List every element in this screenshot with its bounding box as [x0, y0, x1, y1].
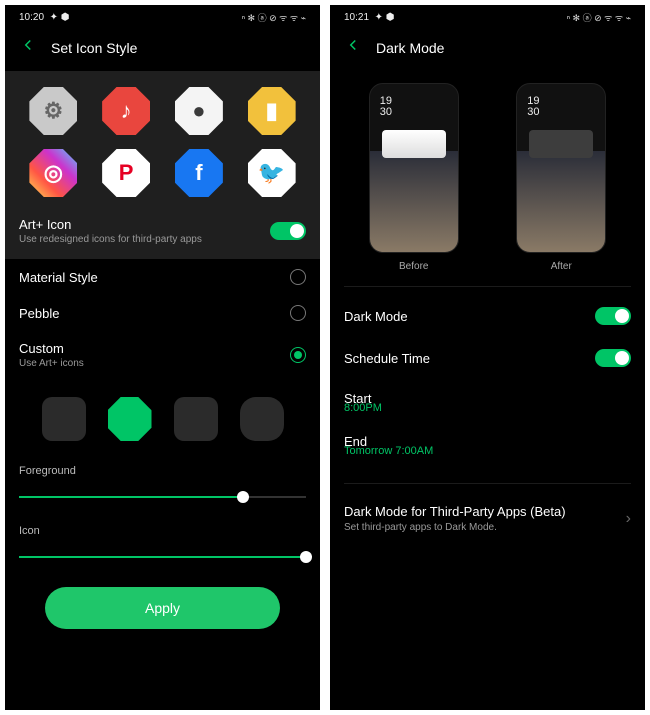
shape-rounded[interactable] [174, 397, 218, 441]
notes-icon: ▮ [248, 87, 296, 135]
music-icon: ♪ [102, 87, 150, 135]
radio-pebble[interactable] [290, 305, 306, 321]
camera-icon: ● [175, 87, 223, 135]
page-title: Dark Mode [376, 40, 444, 56]
phone-left: 10:20 ✦ ⬢ ⁿ ✻ ⓐ ⊘ ᯤ ᯤ ⌁ Set Icon Style ⚙… [5, 5, 320, 710]
back-icon[interactable] [19, 36, 37, 59]
status-time: 10:21 [344, 12, 369, 23]
icon-row-2: ◎ Pf 🐦 [17, 149, 308, 197]
schedule-toggle[interactable] [595, 349, 631, 367]
icon-size-label: Icon [5, 511, 320, 541]
twitter-icon: 🐦 [248, 149, 296, 197]
facebook-icon: f [175, 149, 223, 197]
shape-octagon[interactable] [108, 397, 152, 441]
chevron-right-icon: › [626, 510, 631, 528]
divider [344, 286, 631, 287]
phone-right: 10:21 ✦ ⬢ ⁿ ✻ ⓐ ⊘ ᯤ ᯤ ⌁ Dark Mode 1930 B… [330, 5, 645, 710]
divider [344, 483, 631, 484]
shape-squircle[interactable] [240, 397, 284, 441]
status-left-icons: ✦ ⬢ [375, 12, 395, 23]
dark-mode-toggle[interactable] [595, 307, 631, 325]
artplus-title: Art+ Icon [19, 217, 202, 232]
radio-custom[interactable] [290, 347, 306, 363]
preview-label-before: Before [369, 261, 459, 272]
apply-button[interactable]: Apply [45, 587, 280, 629]
style-option-pebble[interactable]: Pebble [5, 295, 320, 331]
pinterest-icon: P [102, 149, 150, 197]
icon-slider[interactable] [19, 547, 306, 567]
icon-preview-grid: ⚙ ♪ ● ▮ ◎ Pf 🐦 Art+ Icon Use redesigned icons… [5, 71, 320, 259]
third-party-label: Dark Mode for Third-Party Apps (Beta) [344, 504, 566, 519]
instagram-icon: ◎ [29, 149, 77, 197]
header: Set Icon Style [5, 26, 320, 71]
shape-row [5, 379, 320, 451]
status-left-icons: ✦ ⬢ [50, 12, 70, 23]
icon-row-1: ⚙ ♪ ● ▮ [17, 87, 308, 135]
start-value: 8:00PM [330, 402, 645, 422]
artplus-desc: Use redesigned icons for third-party app… [19, 234, 202, 245]
preview-before: 1930 Before [369, 83, 459, 272]
preview-phone-after: 1930 [516, 83, 606, 253]
page-title: Set Icon Style [51, 40, 137, 56]
preview-after: 1930 After [516, 83, 606, 272]
schedule-row[interactable]: Schedule Time [330, 337, 645, 379]
foreground-slider[interactable] [19, 487, 306, 507]
foreground-label: Foreground [5, 451, 320, 481]
dark-mode-label: Dark Mode [344, 309, 408, 324]
settings-icon: ⚙ [29, 87, 77, 135]
status-bar: 10:21 ✦ ⬢ ⁿ ✻ ⓐ ⊘ ᯤ ᯤ ⌁ [330, 5, 645, 26]
status-time: 10:20 [19, 12, 44, 23]
artplus-toggle[interactable] [270, 222, 306, 240]
schedule-label: Schedule Time [344, 351, 430, 366]
artplus-row[interactable]: Art+ Icon Use redesigned icons for third… [17, 211, 308, 245]
preview-label-after: After [516, 261, 606, 272]
shape-square[interactable] [42, 397, 86, 441]
third-party-desc: Set third-party apps to Dark Mode. [344, 522, 566, 533]
back-icon[interactable] [344, 36, 362, 59]
third-party-row[interactable]: Dark Mode for Third-Party Apps (Beta) Se… [330, 492, 645, 545]
end-value: Tomorrow 7:00AM [330, 445, 645, 465]
radio-material[interactable] [290, 269, 306, 285]
preview-phone-before: 1930 [369, 83, 459, 253]
header: Dark Mode [330, 26, 645, 71]
style-option-material[interactable]: Material Style [5, 259, 320, 295]
dark-mode-row[interactable]: Dark Mode [330, 295, 645, 337]
status-bar: 10:20 ✦ ⬢ ⁿ ✻ ⓐ ⊘ ᯤ ᯤ ⌁ [5, 5, 320, 26]
status-right-icons: ⁿ ✻ ⓐ ⊘ ᯤ ᯤ ⌁ [567, 11, 631, 24]
preview-row: 1930 Before 1930 After [330, 71, 645, 278]
style-option-custom[interactable]: CustomUse Art+ icons [5, 331, 320, 379]
status-right-icons: ⁿ ✻ ⓐ ⊘ ᯤ ᯤ ⌁ [242, 11, 306, 24]
